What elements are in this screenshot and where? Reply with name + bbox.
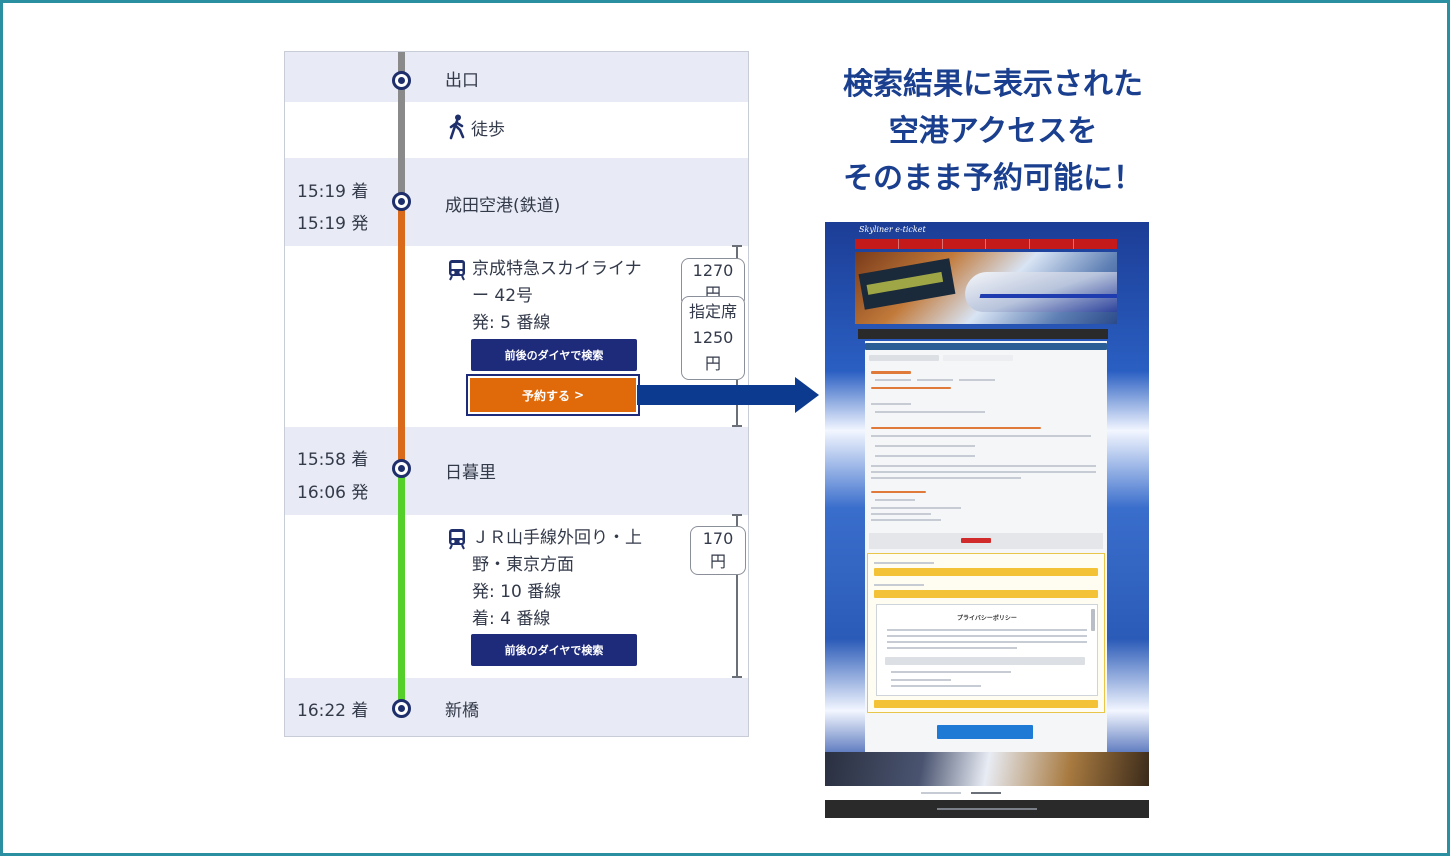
agree-checkbox-1[interactable]	[874, 568, 1098, 576]
shimbashi-station-name: 新橋	[445, 701, 479, 721]
skyliner-fare-range-top	[732, 245, 742, 247]
form-tab-2	[943, 355, 1013, 361]
train-icon	[449, 529, 465, 550]
headline-line3: そのまま予約可能に！	[843, 161, 1143, 196]
skyliner-timetable-search-button[interactable]: 前後のダイヤで検索	[471, 339, 637, 371]
form-tab-1	[869, 355, 939, 361]
yamanote-name-line1: ＪＲ山手線外回り・上	[472, 528, 642, 548]
skyliner-fare-range-bottom	[732, 425, 742, 427]
site-nav-bar	[855, 239, 1117, 249]
exit-node	[392, 71, 411, 90]
yamanote-timetable-search-button[interactable]: 前後のダイヤで検索	[471, 634, 637, 666]
site-form-title-bar	[858, 329, 1108, 339]
skyliner-name-line1: 京成特急スカイライナ	[472, 259, 642, 279]
train-icon	[449, 260, 465, 281]
yamanote-name-line2: 野・東京方面	[472, 555, 574, 575]
narita-node	[392, 192, 411, 211]
form-header-bar	[865, 343, 1107, 350]
privacy-policy-box: プライバシーポリシー	[876, 604, 1098, 696]
yamanote-fare-range-top	[732, 514, 742, 516]
site-header: Skyliner e-ticket	[825, 222, 1149, 238]
site-reservation-form: プライバシーポリシー	[865, 341, 1107, 811]
form-section-label	[871, 371, 911, 374]
reserved-seat-fare: 1250円	[692, 328, 734, 373]
reserve-button[interactable]: 予約する >	[470, 378, 636, 412]
agree-privacy-checkbox[interactable]	[874, 700, 1098, 708]
headline: 検索結果に表示された 空港アクセスを そのまま予約可能に！	[793, 61, 1193, 202]
skyliner-route-line	[398, 202, 405, 470]
exit-label: 出口	[445, 71, 479, 91]
yamanote-arrive-platform: 着: 4 番線	[472, 609, 551, 629]
yamanote-fare-tag: 170円	[690, 526, 746, 575]
walk-label: 徒歩	[471, 120, 505, 140]
nippori-station-name: 日暮里	[445, 463, 496, 483]
site-logo: Skyliner e-ticket	[859, 225, 926, 234]
site-footer-copyright	[825, 800, 1149, 818]
skyliner-reserved-fare-tag: 指定席 1250円	[681, 296, 745, 380]
reserved-seat-label: 指定席	[688, 302, 737, 321]
transition-arrow-shaft	[637, 385, 797, 405]
privacy-policy-title: プライバシーポリシー	[957, 615, 1017, 622]
reserve-button-highlight: 予約する >	[466, 374, 640, 416]
narita-depart-time: 15:19 発	[297, 214, 369, 234]
site-footer-logos	[825, 786, 1149, 800]
agree-checkbox-2[interactable]	[874, 590, 1098, 598]
form-agreement-area: プライバシーポリシー	[867, 553, 1105, 713]
figure-frame: 出口 徒歩 15:19 着 15:19 発 成田空港(鉄道) 京成特急スカイライ…	[0, 0, 1450, 856]
narita-arrive-time: 15:19 着	[297, 182, 369, 202]
headline-line2: 空港アクセスを	[888, 114, 1098, 149]
reserve-button-label: 予約する	[521, 388, 570, 403]
banner-train-stripe	[979, 294, 1117, 298]
chevron-right-icon: >	[573, 388, 585, 402]
transition-arrow-head	[795, 377, 819, 413]
skyliner-platform: 発: 5 番線	[472, 313, 551, 333]
skyliner-name-line2: ー 42号	[472, 286, 534, 306]
banner-airport-sign	[858, 258, 956, 310]
site-footer-banner	[825, 752, 1149, 786]
nippori-node	[392, 459, 411, 478]
skyliner-eticket-site-screenshot: Skyliner e-ticket プライバシーポリシー	[825, 222, 1149, 818]
nippori-arrive-time: 15:58 着	[297, 450, 369, 470]
yamanote-route-line	[398, 470, 405, 710]
banner-train-image	[960, 272, 1117, 312]
exit-band	[285, 52, 748, 102]
privacy-scrollbar[interactable]	[1091, 609, 1095, 631]
shimbashi-arrive-time: 16:22 着	[297, 701, 369, 721]
nippori-depart-time: 16:06 発	[297, 483, 369, 503]
yamanote-fare-range-bottom	[732, 676, 742, 678]
shimbashi-node	[392, 699, 411, 718]
site-hero-banner	[855, 252, 1117, 324]
yamanote-depart-platform: 発: 10 番線	[472, 582, 562, 602]
headline-line1: 検索結果に表示された	[843, 67, 1143, 102]
form-submit-button[interactable]	[937, 725, 1033, 739]
narita-station-name: 成田空港(鉄道)	[445, 196, 561, 216]
walking-person-icon	[449, 114, 465, 140]
